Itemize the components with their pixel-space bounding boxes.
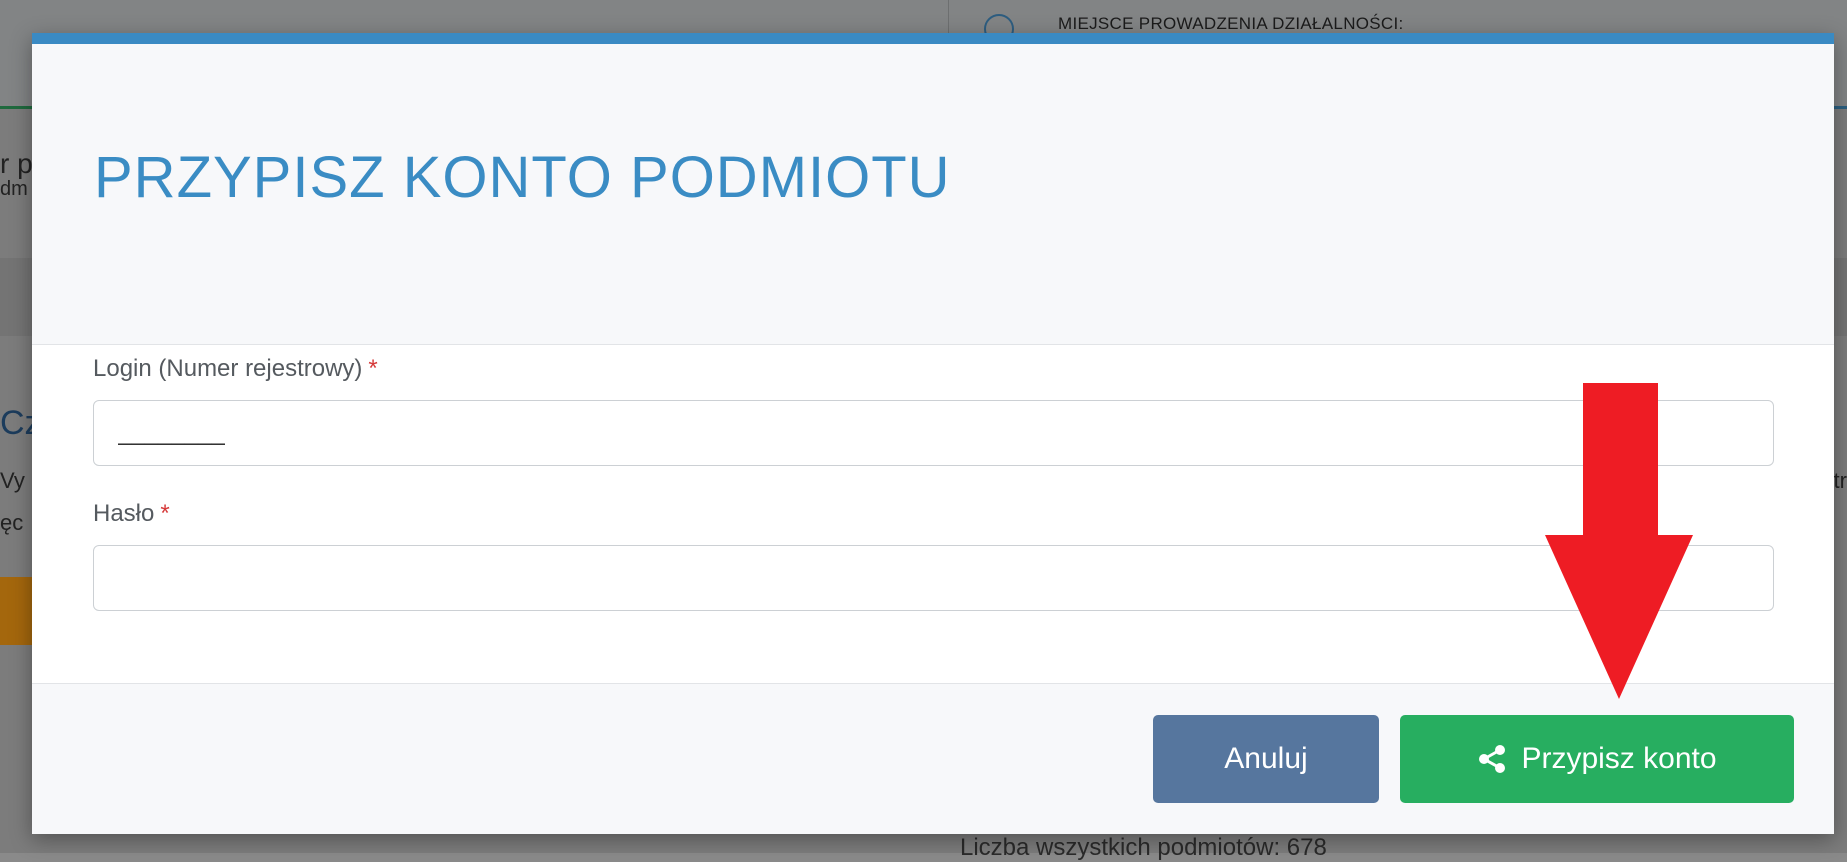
assign-account-button-label: Przypisz konto — [1521, 742, 1717, 775]
background-fragment: Vy — [0, 468, 25, 493]
background-count-text: Liczba wszystkich podmiotów: 678 — [960, 834, 1327, 861]
login-label-text: Login (Numer rejestrowy) — [93, 355, 363, 382]
modal-header: PRZYPISZ KONTO PODMIOTU — [32, 44, 1834, 345]
password-label: Hasło * — [93, 500, 170, 528]
background-fragment: tr — [1833, 468, 1847, 493]
login-label: Login (Numer rejestrowy) * — [93, 355, 378, 383]
background-orange-button — [0, 577, 32, 645]
background-fragment: ęc — [0, 510, 24, 535]
modal-title: PRZYPISZ KONTO PODMIOTU — [94, 145, 951, 210]
required-mark: * — [160, 500, 170, 527]
modal-accent-bar — [32, 33, 1834, 44]
cancel-button-label: Anuluj — [1224, 742, 1308, 775]
annotation-arrow-icon — [1545, 383, 1693, 699]
background-fragment: r p — [0, 148, 33, 179]
assign-account-button[interactable]: Przypisz konto — [1400, 715, 1794, 803]
cancel-button[interactable]: Anuluj — [1153, 715, 1379, 803]
required-mark: * — [368, 355, 378, 382]
background-fragment: dm — [0, 178, 28, 200]
password-input[interactable] — [93, 545, 1774, 611]
login-input[interactable] — [93, 400, 1774, 466]
background-accent-line — [0, 106, 32, 109]
share-icon — [1479, 745, 1506, 773]
background-header-text: MIEJSCE PROWADZENIA DZIAŁALNOŚCI: — [1058, 14, 1404, 33]
password-label-text: Hasło — [93, 500, 155, 527]
